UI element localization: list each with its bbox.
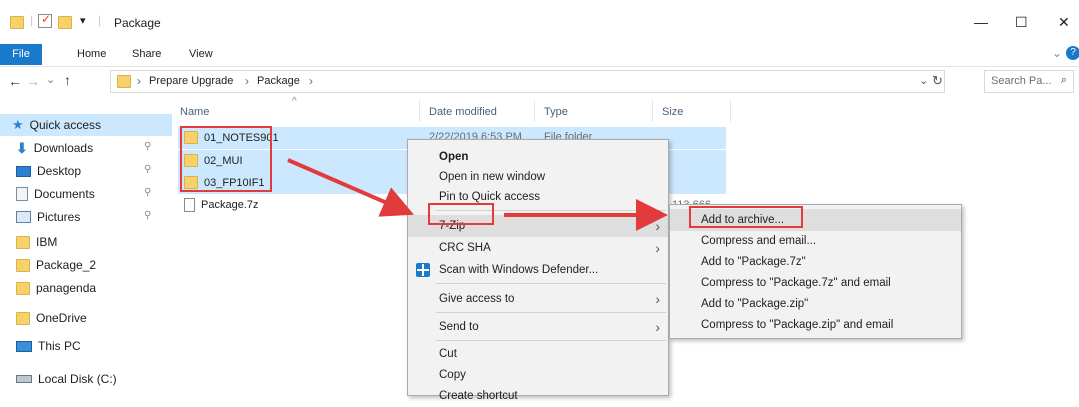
annotation-arrows [287, 158, 668, 231]
annotation-arrow-folders-to-7zip [287, 158, 415, 217]
